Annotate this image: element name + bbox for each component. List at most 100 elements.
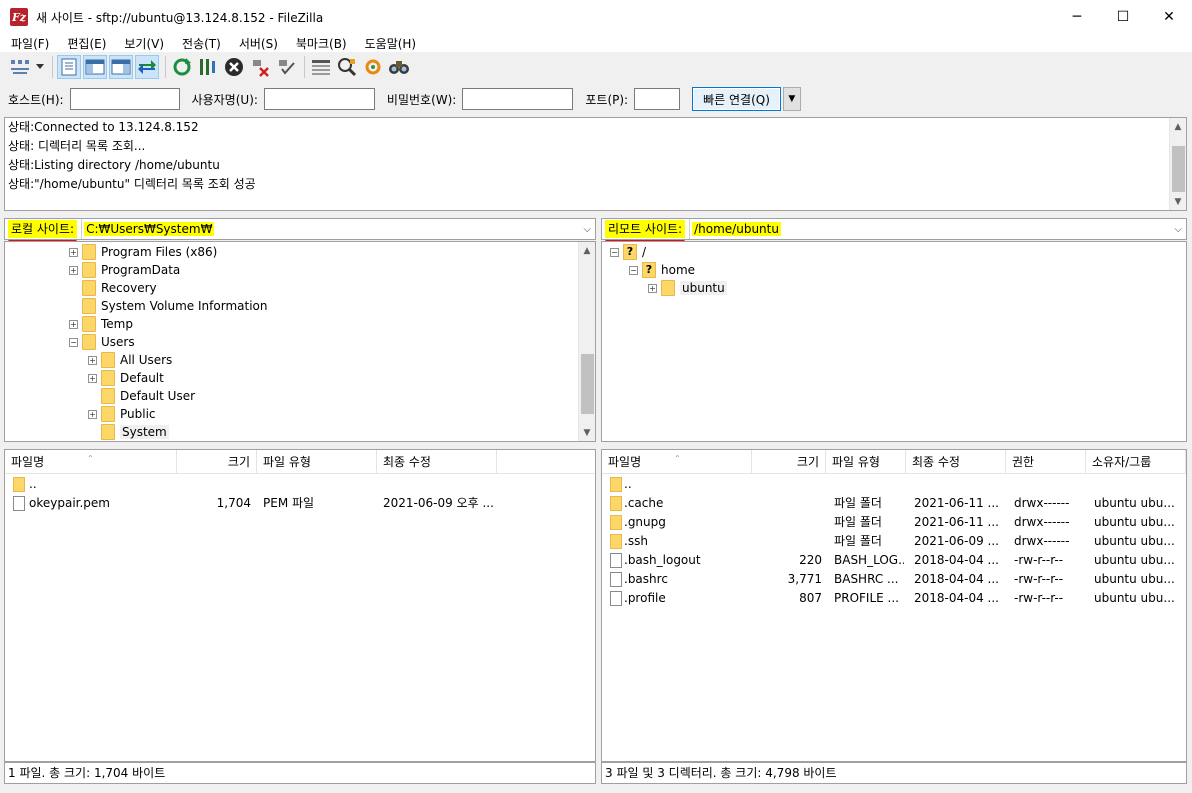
- username-input[interactable]: [263, 88, 375, 110]
- scroll-thumb[interactable]: [581, 354, 594, 414]
- host-label: 호스트(H):: [8, 92, 64, 107]
- remote-path-text: /home/ubuntu: [692, 222, 781, 236]
- host-input[interactable]: [69, 88, 180, 110]
- tree-item[interactable]: + Temp: [69, 315, 133, 333]
- tree-item-selected[interactable]: System: [88, 423, 169, 441]
- quickconnect-bar: 호스트(H): 사용자명(U): 비밀번호(W): 포트(P): 빠른 연결(Q…: [0, 84, 1192, 114]
- file-row[interactable]: .bashrc 3,771 BASHRC ... 2018-04-04 ... …: [602, 570, 1186, 589]
- folder-icon: [101, 370, 115, 386]
- toggle-remote-tree-icon[interactable]: [109, 55, 133, 79]
- folder-icon: [82, 244, 96, 260]
- column-header-name[interactable]: 파일명 ⌃: [602, 450, 752, 474]
- tree-item[interactable]: Recovery: [69, 279, 157, 297]
- tree-item[interactable]: + ProgramData: [69, 261, 180, 279]
- menu-transfer[interactable]: 전송(T): [171, 35, 228, 52]
- quickconnect-dropdown-icon[interactable]: ▼: [782, 87, 801, 111]
- scroll-up-icon[interactable]: ▲: [1170, 118, 1186, 135]
- tree-item[interactable]: + Default: [88, 369, 164, 387]
- scroll-down-icon[interactable]: ▼: [579, 424, 595, 441]
- disconnect-icon[interactable]: [248, 55, 272, 79]
- log-scrollbar[interactable]: ▲ ▼: [1169, 118, 1186, 210]
- file-icon: [13, 496, 25, 511]
- folder-icon: [82, 262, 96, 278]
- local-site-label: 로컬 사이트:: [8, 220, 78, 243]
- sync-browse-icon[interactable]: [361, 55, 385, 79]
- tree-item[interactable]: + Public: [88, 405, 156, 423]
- chevron-down-icon[interactable]: ⌵: [583, 224, 591, 235]
- folder-icon: [82, 316, 96, 332]
- toggle-local-tree-icon[interactable]: [83, 55, 107, 79]
- local-status-bar: 1 파일. 총 크기: 1,704 바이트: [4, 762, 596, 784]
- file-row[interactable]: .gnupg 파일 폴더 2021-06-11 ... drwx------ u…: [602, 513, 1186, 532]
- menu-edit[interactable]: 편집(E): [56, 35, 113, 52]
- file-row[interactable]: okeypair.pem 1,704 PEM 파일 2021-06-09 오후 …: [5, 494, 595, 513]
- file-row[interactable]: .cache 파일 폴더 2021-06-11 ... drwx------ u…: [602, 494, 1186, 513]
- search-icon[interactable]: [387, 55, 411, 79]
- remote-path-combobox[interactable]: /home/ubuntu ⌵: [689, 219, 1186, 239]
- column-header-name[interactable]: 파일명 ⌃: [5, 450, 177, 474]
- toggle-message-log-icon[interactable]: [57, 55, 81, 79]
- column-header-size[interactable]: 크기: [177, 450, 257, 474]
- file-row[interactable]: .profile 807 PROFILE ... 2018-04-04 ... …: [602, 589, 1186, 608]
- column-header-modified[interactable]: 최종 수정: [906, 450, 1006, 474]
- file-icon: [610, 553, 622, 568]
- refresh-icon[interactable]: [170, 55, 194, 79]
- scroll-down-icon[interactable]: ▼: [1170, 193, 1186, 210]
- port-input[interactable]: [634, 88, 681, 110]
- compare-icon[interactable]: [335, 55, 359, 79]
- column-header-permissions[interactable]: 권한: [1006, 450, 1086, 474]
- tree-item[interactable]: System Volume Information: [69, 297, 267, 315]
- file-row[interactable]: .ssh 파일 폴더 2021-06-09 ... drwx------ ubu…: [602, 532, 1186, 551]
- tree-item[interactable]: + Program Files (x86): [69, 243, 217, 261]
- remote-status-bar: 3 파일 및 3 디렉터리. 총 크기: 4,798 바이트: [601, 762, 1187, 784]
- file-row[interactable]: ..: [5, 475, 595, 494]
- dropdown-arrow-icon[interactable]: [34, 55, 46, 79]
- chevron-down-icon[interactable]: ⌵: [1174, 224, 1182, 235]
- close-button[interactable]: ✕: [1146, 0, 1192, 34]
- scroll-up-icon[interactable]: ▲: [579, 242, 595, 259]
- menu-bookmarks[interactable]: 북마크(B): [285, 35, 354, 52]
- file-row[interactable]: .bash_logout 220 BASH_LOG... 2018-04-04 …: [602, 551, 1186, 570]
- column-header-type[interactable]: 파일 유형: [826, 450, 906, 474]
- cancel-icon[interactable]: [222, 55, 246, 79]
- directory-filter-icon[interactable]: [309, 55, 333, 79]
- local-tree-scrollbar[interactable]: ▲ ▼: [578, 242, 595, 441]
- tree-item[interactable]: − Users: [69, 333, 135, 351]
- menu-server[interactable]: 서버(S): [228, 35, 285, 52]
- process-queue-icon[interactable]: [196, 55, 220, 79]
- reconnect-icon[interactable]: [274, 55, 298, 79]
- tree-item-selected[interactable]: + ubuntu: [648, 279, 727, 297]
- password-label: 비밀번호(W):: [386, 92, 457, 107]
- column-header-modified[interactable]: 최종 수정: [377, 450, 497, 474]
- username-label: 사용자명(U):: [191, 92, 258, 107]
- minimize-button[interactable]: ─: [1054, 0, 1100, 34]
- folder-icon: [82, 280, 96, 296]
- tree-item[interactable]: Default User: [88, 387, 195, 405]
- title-bar: Fz 새 사이트 - sftp://ubuntu@13.124.8.152 - …: [0, 0, 1192, 34]
- port-label: 포트(P):: [585, 92, 629, 107]
- local-path-combobox[interactable]: C:₩Users₩System₩ ⌵: [81, 219, 595, 239]
- toggle-transfer-queue-icon[interactable]: [135, 55, 159, 79]
- password-input[interactable]: [462, 88, 574, 110]
- log-line: 상태:"/home/ubuntu" 디렉터리 목록 조회 성공: [8, 177, 256, 191]
- site-manager-icon[interactable]: [8, 55, 32, 79]
- folder-icon: [13, 477, 25, 492]
- tree-item[interactable]: + All Users: [88, 351, 172, 369]
- menu-view[interactable]: 보기(V): [113, 35, 171, 52]
- local-file-header: 파일명 ⌃ 크기 파일 유형 최종 수정: [5, 450, 595, 474]
- column-header-size[interactable]: 크기: [752, 450, 826, 474]
- folder-icon: [610, 496, 622, 511]
- menu-help[interactable]: 도움말(H): [354, 35, 424, 52]
- tree-item[interactable]: −? home: [629, 261, 695, 279]
- scroll-thumb[interactable]: [1172, 146, 1185, 192]
- folder-icon: [101, 388, 115, 404]
- column-header-type[interactable]: 파일 유형: [257, 450, 377, 474]
- quickconnect-button[interactable]: 빠른 연결(Q): [692, 87, 781, 111]
- file-row[interactable]: ..: [602, 475, 1186, 494]
- maximize-button[interactable]: ☐: [1100, 0, 1146, 34]
- toolbar: [0, 52, 1192, 82]
- menu-file[interactable]: 파일(F): [0, 35, 56, 52]
- remote-site-bar: 리모트 사이트: /home/ubuntu ⌵: [601, 218, 1187, 243]
- column-header-owner[interactable]: 소유자/그룹: [1086, 450, 1186, 474]
- tree-item[interactable]: −? /: [610, 243, 646, 261]
